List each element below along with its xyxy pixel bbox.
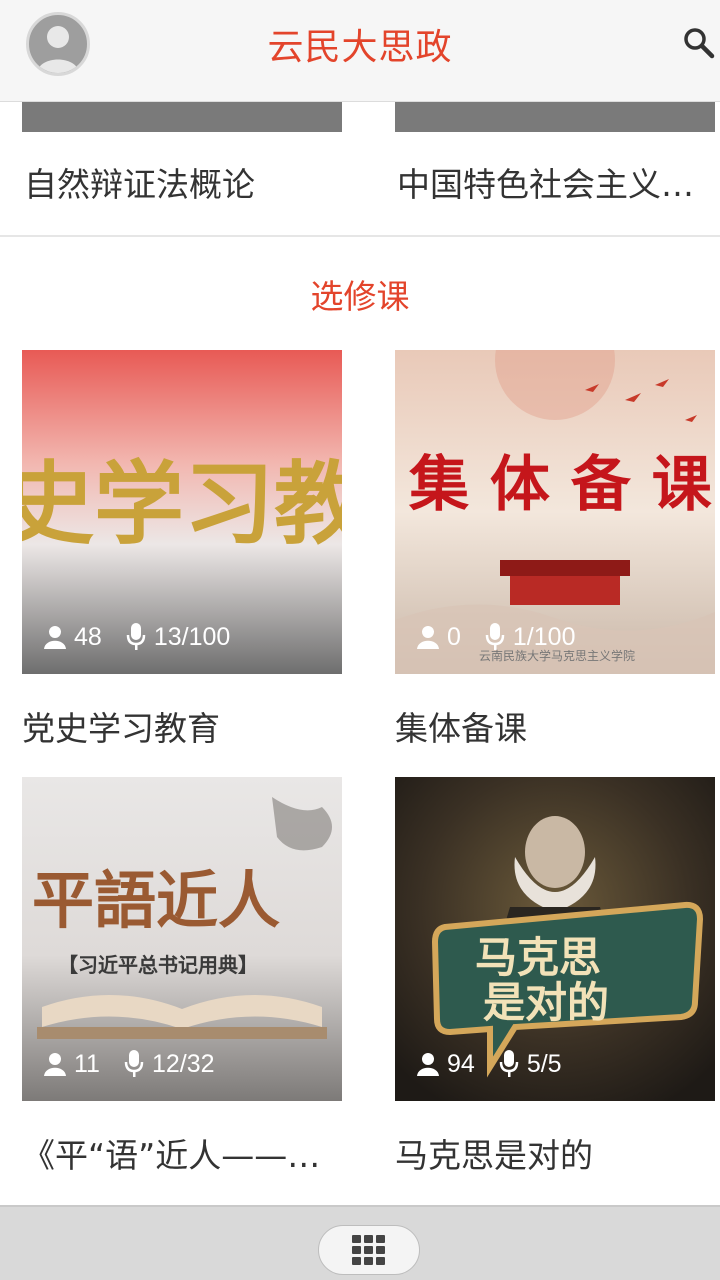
course-thumbnail[interactable]: 马克思 是对的 94 5/5 [395,777,715,1101]
user-avatar-icon[interactable] [26,12,90,76]
microphone-icon [126,623,146,650]
thumb-art-text: 马克思 [475,933,601,982]
search-icon[interactable] [682,26,716,60]
thumb-art-text: 史学习教育 [22,451,342,557]
course-thumbnail[interactable]: 史学习教育 48 13/100 [22,350,342,674]
section-divider [0,235,720,237]
person-icon [44,626,66,649]
course-title[interactable]: 《平“语”近人——习… [22,1129,342,1177]
course-thumbnail[interactable]: 集 体 备 课 云南民族大学马克思主义学院 0 1/100 [395,350,715,674]
lesson-count: 1/100 [512,622,576,651]
thumb-art-text: 集 体 备 课 [408,450,713,520]
course-stats: 94 5/5 [417,1049,586,1079]
student-count: 11 [74,1049,100,1078]
course-title[interactable]: 自然辩证法概论 [24,158,344,206]
course-thumbnail[interactable]: 平語近人 【习近平总书记用典】 11 12/32 [22,777,342,1101]
lesson-count: 5/5 [526,1049,562,1078]
microphone-icon [124,1050,144,1077]
grid-menu-icon [352,1235,385,1265]
person-icon [417,626,439,649]
section-title: 选修课 [310,277,410,316]
course-list[interactable]: 自然辩证法概论 中国特色社会主义… 选修课 史学习教育 [0,102,720,1205]
course-card[interactable]: 集 体 备 课 云南民族大学马克思主义学院 0 1/100 集体备课 [395,350,715,750]
course-title[interactable]: 集体备课 [395,702,715,750]
person-icon [417,1053,439,1076]
microphone-icon [485,623,505,650]
student-count: 0 [447,622,461,651]
app-header: 云民大思政 [0,0,720,102]
app-title: 云民大思政 [267,27,453,68]
lesson-count: 13/100 [153,622,231,651]
person-icon [44,1053,66,1076]
course-title[interactable]: 中国特色社会主义… [397,158,717,206]
course-thumbnail[interactable] [22,102,342,132]
course-stats: 11 12/32 [44,1049,239,1079]
course-stats: 48 13/100 [44,622,254,652]
course-card[interactable]: 平語近人 【习近平总书记用典】 11 12/32 《平“语”近人——习… [22,777,342,1177]
bottom-bar [0,1205,720,1280]
microphone-icon [499,1050,519,1077]
student-count: 94 [447,1049,475,1078]
lesson-count: 12/32 [151,1049,215,1078]
course-card[interactable]: 马克思 是对的 94 5/5 马克思是对的 [395,777,715,1177]
course-thumbnail[interactable] [395,102,715,132]
thumb-art-text: 平語近人 [32,864,280,937]
student-count: 48 [74,622,102,651]
thumb-art-text: 是对的 [483,978,609,1027]
course-title[interactable]: 党史学习教育 [22,702,342,750]
thumb-subtext: 【习近平总书记用典】 [58,953,258,977]
course-title[interactable]: 马克思是对的 [395,1129,715,1177]
course-stats: 0 1/100 [417,622,599,652]
grid-menu-button[interactable] [318,1225,420,1275]
course-card[interactable]: 史学习教育 48 13/100 党史学习教育 [22,350,342,750]
